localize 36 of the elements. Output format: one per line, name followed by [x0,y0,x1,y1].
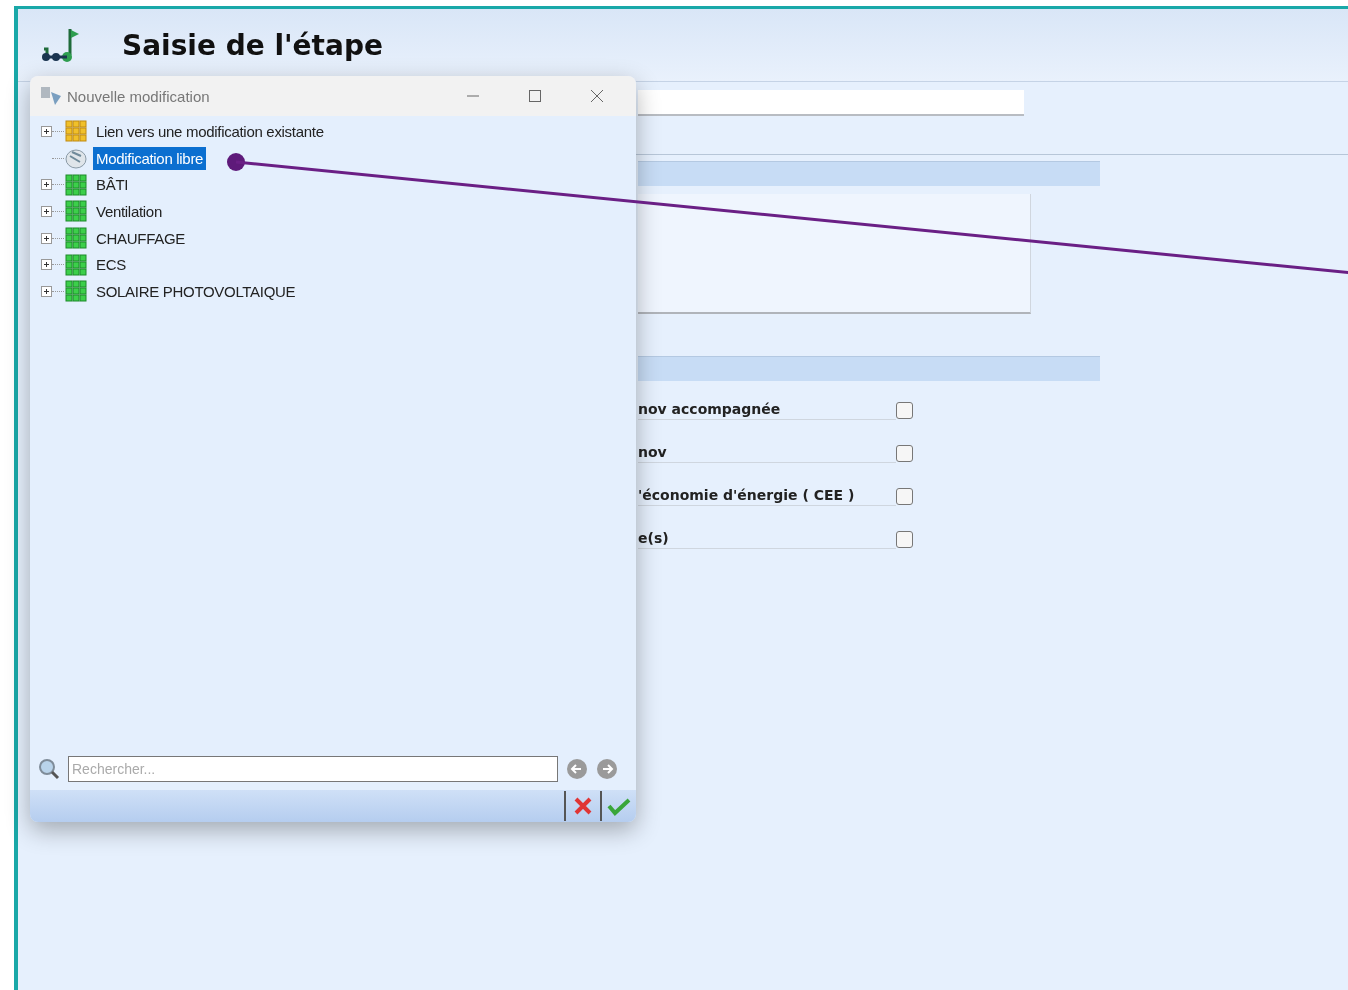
cubes-icon [64,226,88,251]
tree-item[interactable]: ECS [93,253,129,277]
tree-item[interactable]: BÂTI [93,173,132,197]
text-area[interactable] [638,194,1031,314]
checkbox[interactable] [896,488,913,505]
forward-button[interactable] [596,758,618,780]
cubes-icon [64,119,88,144]
checkbox[interactable] [896,402,913,419]
search-field[interactable]: Rechercher... [68,756,558,782]
expand-icon[interactable] [41,205,52,217]
checkbox[interactable] [896,531,913,548]
tree-item[interactable]: CHAUFFAGE [93,226,188,250]
flag-cart-icon [40,27,80,63]
dialog-title: Nouvelle modification [67,87,211,105]
option-label: 'économie d'énergie ( CEE ) [638,487,896,506]
expand-icon[interactable] [41,179,52,191]
checkbox[interactable] [896,445,913,462]
window-title: Saisie de l'étape [122,28,383,62]
text-field[interactable] [638,90,1024,116]
expand-icon[interactable] [41,232,52,244]
option-label: nov [638,444,896,463]
option-label: e(s) [638,530,896,549]
back-button[interactable] [566,758,588,780]
cubes-icon [64,252,88,277]
tree-item[interactable]: Modification libre [93,146,207,170]
expand-icon[interactable] [41,259,52,271]
expand-icon[interactable] [41,125,52,137]
expand-icon[interactable] [41,285,52,297]
cubes-icon [64,172,88,197]
option-label: nov accompagnée [638,401,896,420]
cubes-icon [64,279,88,304]
cubes-icon [64,199,88,224]
tree-item[interactable]: Ventilation [93,199,165,223]
tree-item[interactable]: Lien vers une modification existante [93,119,327,143]
search-icon [38,758,60,780]
tree-item[interactable]: SOLAIRE PHOTOVOLTAIQUE [93,279,299,303]
